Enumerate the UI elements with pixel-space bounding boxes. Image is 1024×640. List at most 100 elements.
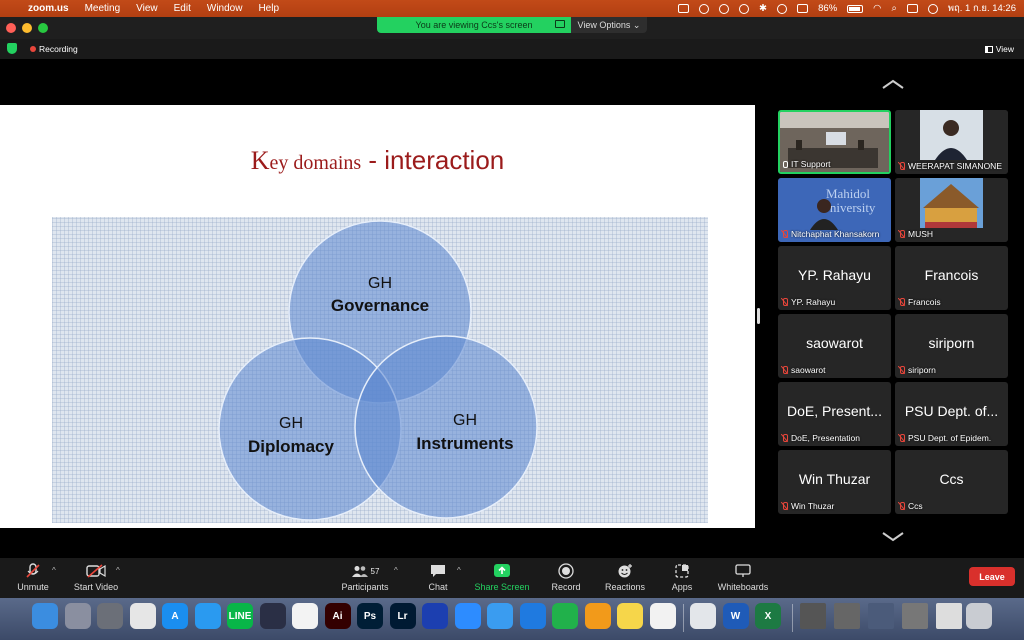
minimize-window-button[interactable]: [22, 23, 32, 33]
leave-button[interactable]: Leave: [969, 567, 1015, 586]
chevron-up-icon[interactable]: [881, 78, 905, 90]
numbers-icon[interactable]: [552, 603, 578, 629]
cloud-icon[interactable]: [739, 3, 750, 14]
recent-window-5-thumbnail[interactable]: [935, 603, 962, 629]
input-source-icon[interactable]: [797, 4, 809, 13]
siri-icon[interactable]: [927, 3, 938, 14]
reminders-icon[interactable]: [649, 603, 676, 629]
menu-window[interactable]: Window: [207, 3, 243, 14]
shield-icon[interactable]: [7, 43, 17, 54]
search-icon[interactable]: ⌕: [891, 3, 896, 14]
audio-options-caret-icon[interactable]: ^: [52, 566, 56, 575]
whiteboards-button[interactable]: Whiteboards: [712, 562, 774, 592]
close-window-button[interactable]: [6, 23, 16, 33]
recent-window-4-thumbnail[interactable]: [901, 603, 928, 629]
battery-icon[interactable]: [847, 4, 864, 13]
finder-icon[interactable]: [32, 603, 58, 629]
splitter-handle[interactable]: [757, 308, 760, 324]
mic-muted-icon: [898, 230, 905, 238]
participants-caret-icon[interactable]: ^: [394, 566, 398, 575]
date-time[interactable]: พฤ. 1 ก.ย. 14:26: [948, 1, 1016, 16]
menu-app-name[interactable]: zoom.us: [28, 3, 69, 14]
notes-icon[interactable]: [617, 603, 643, 629]
participant-name: WEERAPAT SIMANONE: [908, 161, 1002, 171]
participant-tile[interactable]: Win Thuzar Win Thuzar: [778, 450, 891, 514]
menu-meeting[interactable]: Meeting: [85, 3, 121, 14]
participant-tile[interactable]: YP. Rahayu YP. Rahayu: [778, 246, 891, 310]
start-video-button[interactable]: Start Video: [70, 562, 122, 592]
participant-tile-weerapat[interactable]: WEERAPAT SIMANONE: [895, 110, 1008, 174]
system-preferences-icon[interactable]: [97, 603, 123, 629]
keynote-remote-icon[interactable]: [129, 603, 156, 629]
creative-cloud-icon[interactable]: [719, 3, 730, 14]
chat-button[interactable]: Chat: [420, 562, 456, 592]
zoom-icon[interactable]: [454, 603, 481, 629]
participant-tile-mush[interactable]: MUSH: [895, 178, 1008, 242]
participant-display-name: Francois: [924, 267, 979, 283]
venn-diagram: GH Governance GH Diplomacy GH Instrument…: [52, 217, 708, 523]
photoshop-icon[interactable]: Ps: [357, 603, 383, 629]
recording-label[interactable]: Recording: [39, 44, 78, 54]
control-center-icon[interactable]: [906, 4, 918, 13]
apps-label: Apps: [671, 582, 693, 592]
view-options-button[interactable]: View Options ⌄: [571, 17, 647, 33]
mic-icon: [783, 160, 788, 168]
participant-tile[interactable]: DoE, Present... DoE, Presentation: [778, 382, 891, 446]
chat-caret-icon[interactable]: ^: [457, 566, 461, 575]
menu-edit[interactable]: Edit: [174, 3, 191, 14]
participant-tile[interactable]: Ccs Ccs: [895, 450, 1008, 514]
launchpad-icon[interactable]: [64, 603, 91, 629]
view-button[interactable]: View: [984, 44, 1014, 54]
video-options-caret-icon[interactable]: ^: [116, 566, 120, 575]
apps-icon: [675, 564, 689, 578]
slide-title: Key domains - interaction: [0, 145, 755, 176]
safari-icon[interactable]: [194, 603, 221, 629]
participant-tile-it-support[interactable]: IT Support: [778, 110, 891, 174]
unmute-button[interactable]: Unmute: [14, 562, 52, 592]
illustrator-icon[interactable]: Ai: [324, 603, 351, 629]
lightroom-icon[interactable]: Lr: [389, 603, 416, 629]
pages-icon[interactable]: [584, 603, 611, 629]
recent-window-2-thumbnail[interactable]: [833, 603, 860, 629]
zoom-status-icon[interactable]: [678, 4, 690, 13]
slide-title-rest: - interaction: [361, 145, 505, 175]
participant-tile[interactable]: Francois Francois: [895, 246, 1008, 310]
record-button[interactable]: Record: [546, 562, 586, 592]
davinci-icon[interactable]: [259, 603, 286, 629]
fullscreen-window-button[interactable]: [38, 23, 48, 33]
participants-button[interactable]: 57 Participants: [336, 562, 394, 592]
participant-tile[interactable]: saowarot saowarot: [778, 314, 891, 378]
chevron-down-icon[interactable]: [881, 531, 905, 543]
trash-icon[interactable]: [966, 603, 992, 629]
menu-bar: zoom.us Meeting View Edit Window Help ✱ …: [0, 0, 1024, 17]
reactions-button[interactable]: Reactions: [600, 562, 650, 592]
participant-display-name: siriporn: [928, 335, 975, 351]
share-screen-button[interactable]: Share Screen: [472, 562, 532, 592]
app-store-icon[interactable]: A: [162, 603, 188, 629]
apps-button[interactable]: Apps: [666, 562, 698, 592]
preview-icon[interactable]: [690, 603, 716, 629]
participant-name-bar: Ccs: [898, 501, 1006, 511]
line-icon[interactable]: LINE: [227, 603, 253, 629]
mic-muted-icon: [781, 502, 788, 510]
participant-tile[interactable]: siriporn siriporn: [895, 314, 1008, 378]
participant-tile[interactable]: PSU Dept. of... PSU Dept. of Epidem.: [895, 382, 1008, 446]
bluetooth-icon[interactable]: ✱: [759, 3, 767, 14]
excel-icon[interactable]: X: [755, 603, 781, 629]
recent-window-1-thumbnail[interactable]: [799, 603, 826, 629]
keynote-icon[interactable]: [519, 603, 546, 629]
photos-icon[interactable]: [292, 603, 318, 629]
wifi-icon[interactable]: ◠: [873, 3, 881, 14]
participant-tile-nitchaphat[interactable]: Mahidol University Nitchaphat Khansakorn: [778, 178, 891, 242]
presentation-slide: Key domains - interaction GH Governance …: [0, 105, 755, 528]
participant-name-bar: Nitchaphat Khansakorn: [781, 229, 889, 239]
webex-icon[interactable]: [422, 603, 448, 629]
recent-window-3-thumbnail[interactable]: [867, 603, 894, 629]
word-icon[interactable]: W: [722, 603, 749, 629]
menu-help[interactable]: Help: [258, 3, 279, 14]
play-icon[interactable]: [777, 3, 788, 14]
dollar-icon[interactable]: [699, 3, 710, 14]
start-video-label: Start Video: [73, 582, 119, 592]
mail-icon[interactable]: [487, 603, 513, 629]
menu-view[interactable]: View: [136, 3, 158, 14]
